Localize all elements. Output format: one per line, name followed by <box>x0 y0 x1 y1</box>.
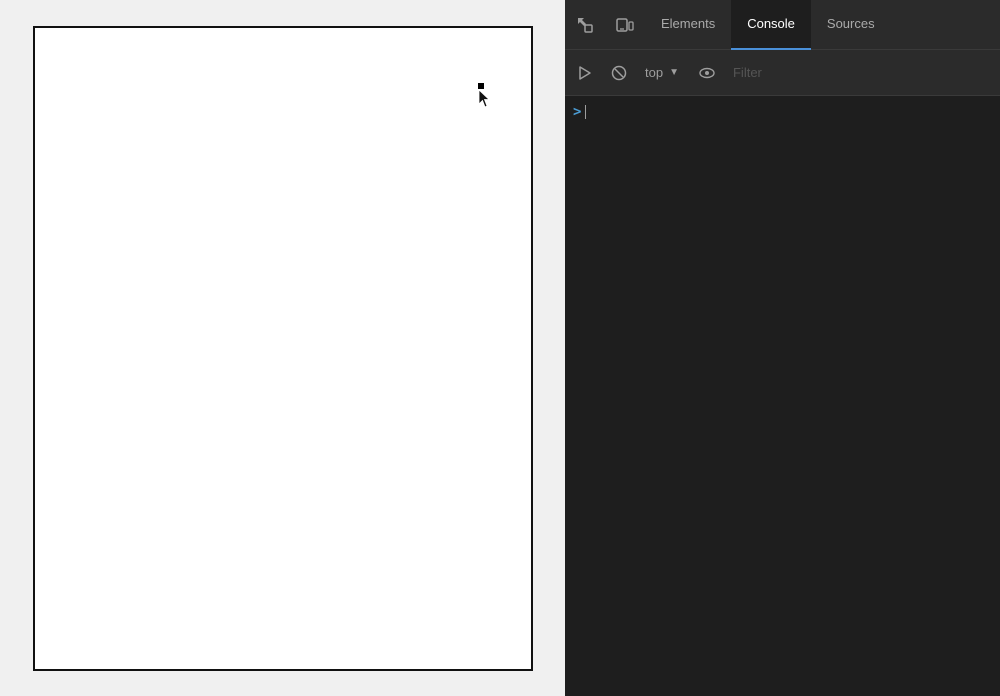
clear-console-button[interactable] <box>603 57 635 89</box>
tab-console[interactable]: Console <box>731 0 811 50</box>
console-cursor <box>585 105 586 119</box>
console-output-area[interactable]: > <box>565 96 1000 696</box>
console-prompt-line[interactable]: > <box>565 100 1000 124</box>
context-selector-dropdown[interactable]: top ▼ <box>637 61 687 84</box>
console-secondary-toolbar: top ▼ Filter <box>565 50 1000 96</box>
page-canvas <box>33 26 533 671</box>
filter-placeholder-text: Filter <box>733 65 762 80</box>
tab-elements[interactable]: Elements <box>645 0 731 50</box>
inspect-element-button[interactable] <box>565 0 605 50</box>
devtools-panel: Elements Console Sources top ▼ <box>565 0 1000 696</box>
console-prompt-chevron: > <box>573 104 581 120</box>
console-settings-button[interactable] <box>691 57 723 89</box>
context-selector-value: top <box>645 65 663 80</box>
context-selector-chevron-icon: ▼ <box>669 67 679 78</box>
device-toolbar-button[interactable] <box>605 0 645 50</box>
mouse-cursor-indicator <box>478 83 492 103</box>
tab-sources[interactable]: Sources <box>811 0 891 50</box>
execute-script-button[interactable] <box>569 57 601 89</box>
devtools-tab-bar: Elements Console Sources <box>645 0 1000 50</box>
devtools-top-toolbar: Elements Console Sources <box>565 0 1000 50</box>
browser-viewport <box>0 0 565 696</box>
console-filter-input[interactable]: Filter <box>725 57 996 89</box>
